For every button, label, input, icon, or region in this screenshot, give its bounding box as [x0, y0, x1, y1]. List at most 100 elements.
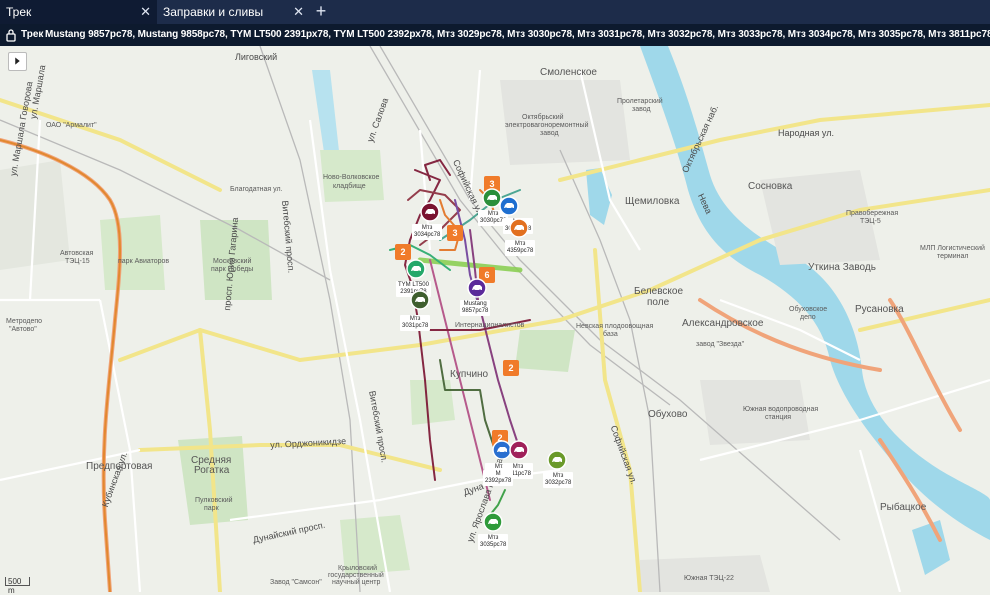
vehicle-plate: 3031рс78: [402, 323, 429, 329]
play-icon: [15, 57, 20, 65]
vehicle-plate: 9857рс78: [462, 308, 489, 314]
map-label: Южная водопроводная: [743, 406, 819, 413]
vehicle-marker[interactable]: [499, 196, 519, 216]
vehicle-label: Мтз 3034рс78: [412, 224, 443, 240]
vehicle-marker[interactable]: [547, 450, 567, 470]
map-label: Благодатная ул.: [230, 186, 283, 193]
map-label: Александровское: [682, 318, 764, 329]
track-label: Трек: [21, 29, 44, 40]
vehicle-name: М: [495, 471, 501, 477]
map-label: кладбище: [333, 183, 366, 190]
tractor-icon: [406, 259, 426, 279]
vehicle-marker[interactable]: [420, 202, 440, 222]
event-marker[interactable]: 2: [395, 244, 411, 260]
map-label: ТЭЦ-15: [65, 258, 90, 265]
vehicle-plate: 3032рс78: [545, 480, 572, 486]
vehicle-name: TYM LT500: [398, 282, 429, 288]
lock-icon[interactable]: [6, 28, 16, 42]
map-label: Пролетарский: [617, 98, 663, 105]
map-label: Крыловский: [338, 565, 378, 572]
vehicle-label: Mustang 9857рс78: [460, 300, 491, 316]
map-label: Интернационалистов: [455, 322, 525, 329]
map-canvas[interactable]: [0, 46, 990, 592]
tractor-icon: [410, 290, 430, 310]
vehicle-plate: 4359рс78: [507, 248, 534, 254]
vehicle-label: Мтз 4359рс78: [505, 240, 536, 256]
map-label: завод "Звезда": [696, 341, 745, 348]
tractor-icon: [547, 450, 567, 470]
map-label: Лиговский: [235, 52, 278, 62]
map-label: МЛП Логистический: [920, 245, 985, 252]
map-label: Правобережная: [846, 210, 899, 217]
vehicle-label: Мтз 3032рс78: [543, 472, 574, 488]
map-label: Рогатка: [194, 465, 230, 476]
vehicle-marker[interactable]: [509, 440, 529, 460]
tractor-icon: [420, 202, 440, 222]
vehicle-name: Мтз: [487, 535, 499, 541]
vehicle-marker[interactable]: [406, 259, 426, 279]
map-label: терминал: [937, 253, 969, 260]
map-label: завод: [632, 106, 651, 113]
close-icon[interactable]: ✕: [293, 0, 304, 24]
map-label: Октябрьский: [522, 114, 564, 121]
vehicle-label: Мтз 3031рс78: [400, 315, 431, 331]
vehicle-name: Mustang: [463, 301, 487, 307]
map-label: Народная ул.: [778, 128, 834, 138]
vehicle-name: Мтз: [421, 225, 433, 231]
add-tab-icon[interactable]: +: [312, 0, 330, 24]
tractor-icon: [509, 218, 529, 238]
vehicle-marker[interactable]: [483, 512, 503, 532]
map-label: Завод "Самсон": [270, 579, 322, 586]
vehicle-marker[interactable]: [410, 290, 430, 310]
map-label: парк Авиаторов: [118, 258, 170, 265]
tab-label: Трек: [6, 5, 32, 19]
scale-label: 500 m: [8, 577, 22, 595]
map-label: Сосновка: [748, 181, 793, 192]
tab-label: Заправки и сливы: [163, 5, 264, 19]
map-label: Невская плодоовощная: [576, 323, 654, 330]
vehicle-plate: 2392рх78: [485, 478, 512, 484]
map-label: Пулковский: [195, 497, 233, 504]
map-label: Южная ТЭЦ-22: [684, 575, 734, 582]
map-label: ОАО "Армалит": [46, 122, 97, 129]
map-label: база: [603, 331, 618, 338]
track-header: Трек Mustang 9857рс78, Mustang 9858рс78,…: [0, 24, 990, 46]
vehicle-name: Мтз: [409, 316, 421, 322]
map-label: государственный: [328, 572, 384, 579]
vehicle-plate: 3034рс78: [414, 232, 441, 238]
close-icon[interactable]: ✕: [140, 0, 151, 24]
vehicle-marker[interactable]: [509, 218, 529, 238]
tractor-icon: [483, 512, 503, 532]
map-label: ТЭЦ-5: [860, 218, 881, 225]
map-label: Обуховское: [789, 306, 828, 313]
playback-button[interactable]: [8, 52, 27, 71]
map-label: Русановка: [855, 304, 904, 315]
map-label: Рыбацкое: [880, 502, 927, 513]
event-marker[interactable]: 3: [447, 225, 463, 241]
map-label: Уткина Заводь: [808, 262, 876, 273]
map-label: Обухово: [648, 409, 688, 420]
vehicle-plate: 3035рс78: [480, 542, 507, 548]
tractor-icon: [499, 196, 519, 216]
map-label: Купчино: [450, 369, 489, 380]
track-vehicle-list: Mustang 9857рс78, Mustang 9858рс78, TYM …: [45, 29, 990, 40]
map-label: Щемиловка: [625, 196, 680, 207]
map-label: станция: [765, 414, 792, 421]
map-label: Ново-Волковское: [323, 174, 380, 181]
vehicle-name: Мтз: [552, 473, 564, 479]
map-label: Белевское: [634, 286, 683, 297]
tab-fuel[interactable]: Заправки и сливы ✕: [157, 0, 310, 24]
map-label: Автовская: [60, 250, 94, 257]
tractor-icon: [509, 440, 529, 460]
vehicle-label: Мтз 3035рс78: [478, 534, 509, 550]
map-label: электровагоноремонтный: [505, 122, 589, 129]
map-label: Метродепо: [6, 318, 43, 325]
vehicle-label: М 2392рх78: [483, 470, 514, 486]
map-label: научный центр: [332, 579, 381, 586]
tab-track[interactable]: Трек ✕: [0, 0, 157, 24]
vehicle-marker[interactable]: [467, 278, 487, 298]
tractor-icon: [467, 278, 487, 298]
map-label: парк: [204, 505, 219, 512]
map-label: "Автово": [9, 326, 37, 333]
event-marker[interactable]: 2: [503, 360, 519, 376]
